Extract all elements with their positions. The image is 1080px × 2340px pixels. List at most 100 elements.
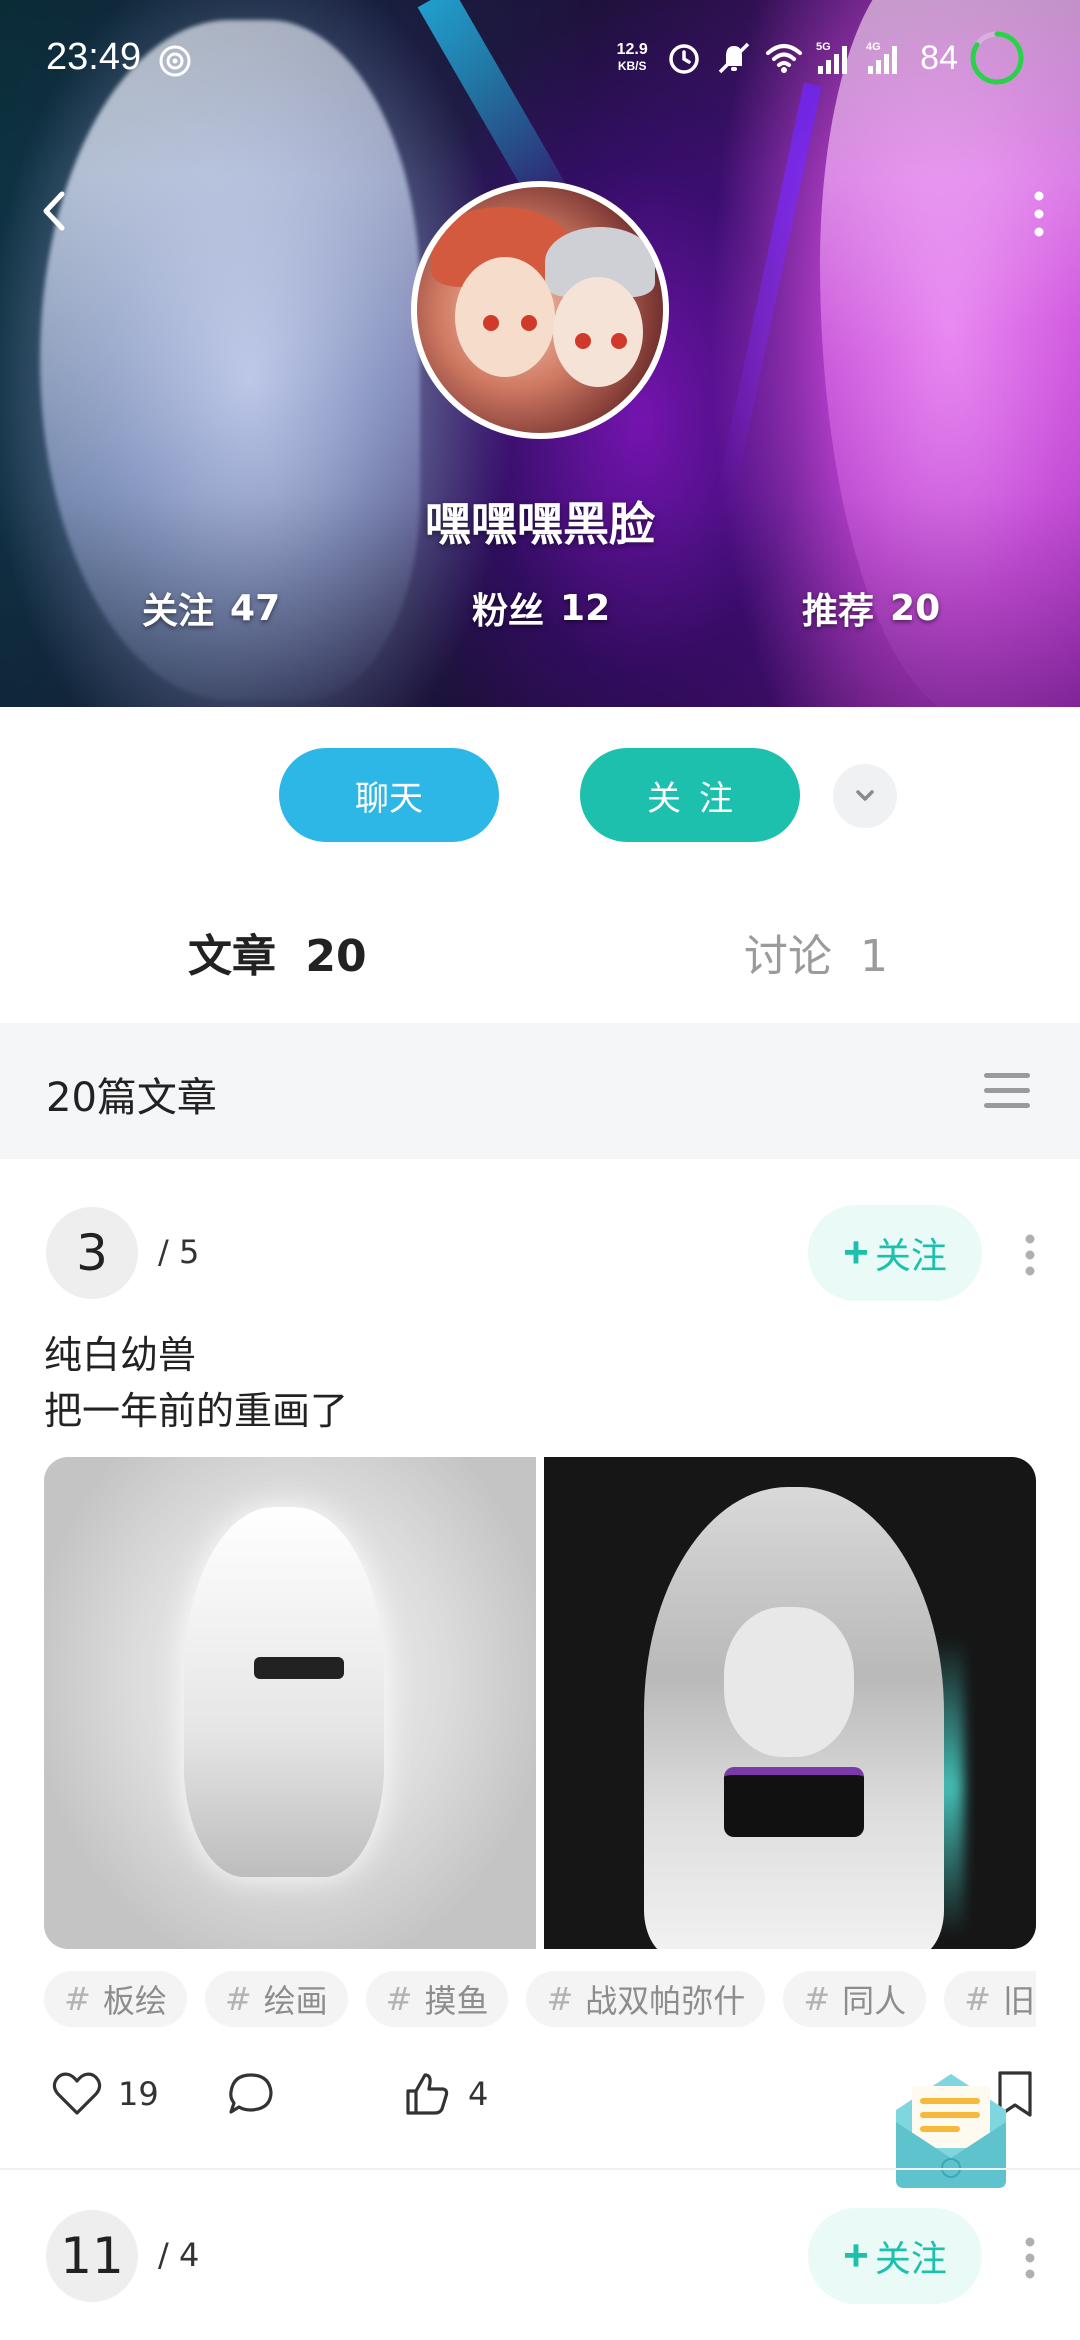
stat-value: 20 — [890, 587, 941, 629]
tab-label: 文章 — [188, 931, 276, 982]
battery-ring-icon — [970, 31, 1024, 85]
follow-label: 关注 — [874, 1235, 947, 1276]
post-body: 把一年前的重画了 — [44, 1389, 349, 1433]
network-speed-value: 12.9 — [616, 41, 648, 58]
avatar-art-face-left — [455, 257, 555, 377]
back-arrow-icon[interactable] — [34, 186, 74, 236]
avatar-art-eye — [575, 333, 591, 349]
post-images[interactable] — [44, 1457, 1036, 1949]
tag-chip[interactable]: # 绘画 — [204, 1971, 348, 2027]
page-indicator: 3 — [46, 1207, 138, 1299]
list-view-icon[interactable] — [984, 1071, 1030, 1111]
avatar-art-eye — [521, 315, 537, 331]
author-follow-button[interactable]: + 关注 — [808, 1205, 982, 1301]
tag-label: 摸鱼 — [424, 1982, 489, 2020]
avatar-art-face-right — [553, 277, 643, 387]
stat-label: 粉丝 — [472, 591, 545, 632]
signal-5g-icon: 5G — [816, 41, 848, 74]
stat-value: 12 — [560, 587, 611, 629]
page-total: / 4 — [158, 2236, 200, 2274]
hash-icon: # — [803, 1980, 831, 2018]
tag-chip[interactable]: # 摸鱼 — [365, 1971, 509, 2027]
wifi-icon — [766, 44, 803, 73]
comment-icon — [229, 2073, 273, 2114]
tab-count: 20 — [305, 931, 367, 982]
battery-level: 84 — [920, 38, 958, 77]
tab-label: 讨论 — [744, 931, 832, 982]
post-image[interactable] — [44, 1457, 536, 1949]
mute-icon — [718, 42, 750, 74]
more-options-icon[interactable] — [1024, 186, 1054, 242]
article-count-title: 20篇文章 — [46, 1075, 217, 1121]
post-more-icon[interactable] — [1020, 1231, 1040, 1279]
tag-label: 旧图 — [1002, 1982, 1036, 2020]
plus-icon: + — [843, 1228, 869, 1277]
chevron-down-icon — [856, 790, 874, 801]
image-art-figure — [184, 1507, 384, 1877]
recommend-button[interactable]: 4 — [400, 2067, 488, 2121]
avatar-art-eye — [483, 315, 499, 331]
hash-icon: # — [64, 1980, 91, 2018]
post-more-icon[interactable] — [1020, 2234, 1040, 2282]
tag-label: 绘画 — [263, 1982, 328, 2020]
tag-chip[interactable]: # 旧图 — [944, 1971, 1036, 2027]
profile-stats: 关注 47 粉丝 12 推荐 20 — [0, 582, 1080, 642]
stat-label: 推荐 — [802, 591, 875, 632]
image-art-strap — [254, 1657, 344, 1679]
comment-button[interactable] — [224, 2067, 278, 2121]
tab-count: 1 — [860, 931, 888, 982]
stat-followers[interactable]: 粉丝 12 — [472, 582, 610, 634]
like-button[interactable]: 19 — [50, 2067, 159, 2121]
chat-button[interactable]: 聊天 — [279, 748, 499, 842]
hash-icon: # — [964, 1980, 991, 2018]
tab-discussions[interactable]: 讨论 1 — [744, 920, 888, 984]
like-count: 19 — [118, 2075, 159, 2113]
hash-icon: # — [546, 1980, 574, 2018]
follow-button[interactable]: 关注 — [580, 748, 800, 842]
username: 嘿嘿嘿黑脸 — [425, 497, 655, 551]
hash-icon: # — [385, 1980, 413, 2018]
recommend-count: 4 — [468, 2075, 489, 2113]
tag-chip[interactable]: # 战双帕弥什 — [526, 1971, 766, 2027]
signal-4g-icon: 4G — [866, 41, 898, 74]
svg-text:5G: 5G — [816, 41, 831, 53]
tag-chip[interactable]: # 板绘 — [44, 1971, 187, 2027]
post-image[interactable] — [544, 1457, 1036, 1949]
network-speed: 12.9 KB/S — [610, 42, 654, 74]
tag-label: 战双帕弥什 — [585, 1982, 746, 2020]
tab-articles[interactable]: 文章 20 — [188, 920, 367, 984]
status-time: 23:49 — [46, 36, 142, 78]
article-count-bar: 20篇文章 — [0, 1023, 1080, 1159]
content-tabs: 文章 20 讨论 1 — [0, 900, 1080, 1000]
network-speed-unit: KB/S — [617, 59, 647, 73]
post-title: 纯白幼兽 — [44, 1333, 197, 1377]
stat-recommended[interactable]: 推荐 20 — [802, 582, 940, 634]
post-text: 纯白幼兽 把一年前的重画了 — [44, 1327, 348, 1439]
nfc-icon — [159, 45, 191, 77]
article-card[interactable]: 11 / 4 + 关注 — [0, 2170, 1080, 2340]
svg-text:4G: 4G — [866, 41, 881, 53]
heart-icon — [52, 2072, 102, 2115]
thumbs-up-icon — [406, 2073, 449, 2115]
tag-label: 板绘 — [102, 1982, 167, 2020]
tag-chip[interactable]: # 同人 — [783, 1971, 927, 2027]
page-total: / 5 — [158, 1233, 200, 1271]
hash-icon: # — [224, 1980, 252, 2018]
image-art-visor — [724, 1767, 864, 1837]
avatar[interactable] — [411, 181, 669, 439]
author-follow-button[interactable]: + 关注 — [808, 2208, 982, 2304]
stat-following[interactable]: 关注 47 — [142, 582, 280, 634]
status-icons: 12.9 KB/S 5G 4G 84 — [610, 28, 1026, 88]
tag-label: 同人 — [842, 1982, 907, 2020]
avatar-art-eye — [611, 333, 627, 349]
plus-icon: + — [843, 2231, 869, 2280]
status-bar: 23:49 12.9 KB/S 5G 4G 84 — [0, 0, 1080, 120]
stat-value: 47 — [230, 587, 281, 629]
post-tags: # 板绘 # 绘画 # 摸鱼 # 战双帕弥什 # 同人 # 旧图 — [44, 1971, 1036, 2027]
alarm-icon — [669, 44, 699, 74]
stat-label: 关注 — [142, 591, 215, 632]
page-indicator: 11 — [46, 2210, 138, 2302]
follow-label: 关注 — [874, 2238, 947, 2279]
profile-actions: 聊天 关注 — [0, 748, 1080, 844]
expand-button[interactable] — [833, 764, 897, 828]
